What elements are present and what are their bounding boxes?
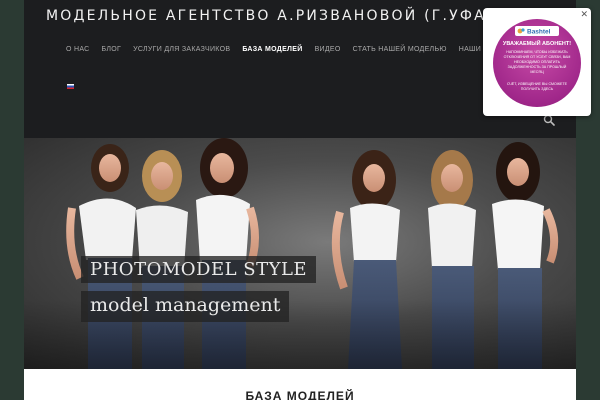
ru-flag-icon[interactable] — [67, 84, 74, 89]
nav-item-blog[interactable]: БЛОГ — [102, 46, 122, 53]
main-nav: О НАС БЛОГ УСЛУГИ ДЛЯ ЗАКАЗЧИКОВ БАЗА МО… — [66, 46, 536, 53]
nav-item-become-model[interactable]: СТАТЬ НАШЕЙ МОДЕЛЬЮ — [353, 46, 447, 53]
models-photo — [24, 138, 576, 369]
banner-caption-line2: model management — [81, 291, 290, 322]
nav-item-services[interactable]: УСЛУГИ ДЛЯ ЗАКАЗЧИКОВ — [133, 46, 230, 53]
popup-heading: УВАЖАЕМЫЙ АБОНЕНТ! — [502, 41, 572, 47]
nav-item-models[interactable]: БАЗА МОДЕЛЕЙ — [242, 46, 302, 53]
banner-caption-line1: PHOTOMODEL STYLE — [81, 256, 317, 283]
popup-invoice-link[interactable]: СЧЁТ, ИЗВЕЩЕНИЕ ВЫ СМОЖЕТЕ ПОЛУЧИТЬ ЗДЕС… — [501, 82, 573, 92]
bashtel-logo[interactable]: Bashtel — [515, 26, 559, 36]
page-title: БАЗА МОДЕЛЕЙ — [245, 389, 355, 400]
popup-body-text: НАПОМИНАЕМ, ЧТОБЫ ИЗБЕЖАТЬ ОТКЛЮЧЕНИЯ ОТ… — [503, 50, 571, 74]
notification-popup[interactable]: ✕ Bashtel УВАЖАЕМЫЙ АБОНЕНТ! НАПОМИНАЕМ,… — [483, 8, 591, 116]
logo-text: Bashtel — [527, 29, 551, 36]
popup-message-circle: Bashtel УВАЖАЕМЫЙ АБОНЕНТ! НАПОМИНАЕМ, Ч… — [493, 19, 581, 107]
content-area: БАЗА МОДЕЛЕЙ — [24, 369, 576, 400]
nav-item-about[interactable]: О НАС — [66, 46, 90, 53]
site-title[interactable]: МОДЕЛЬНОЕ АГЕНТСТВО А.РИЗВАНОВОЙ (Г.УФА) — [46, 8, 494, 24]
nav-item-video[interactable]: ВИДЕО — [315, 46, 341, 53]
hero-banner: PHOTOMODEL STYLE model management — [24, 138, 576, 369]
close-icon[interactable]: ✕ — [580, 9, 588, 20]
